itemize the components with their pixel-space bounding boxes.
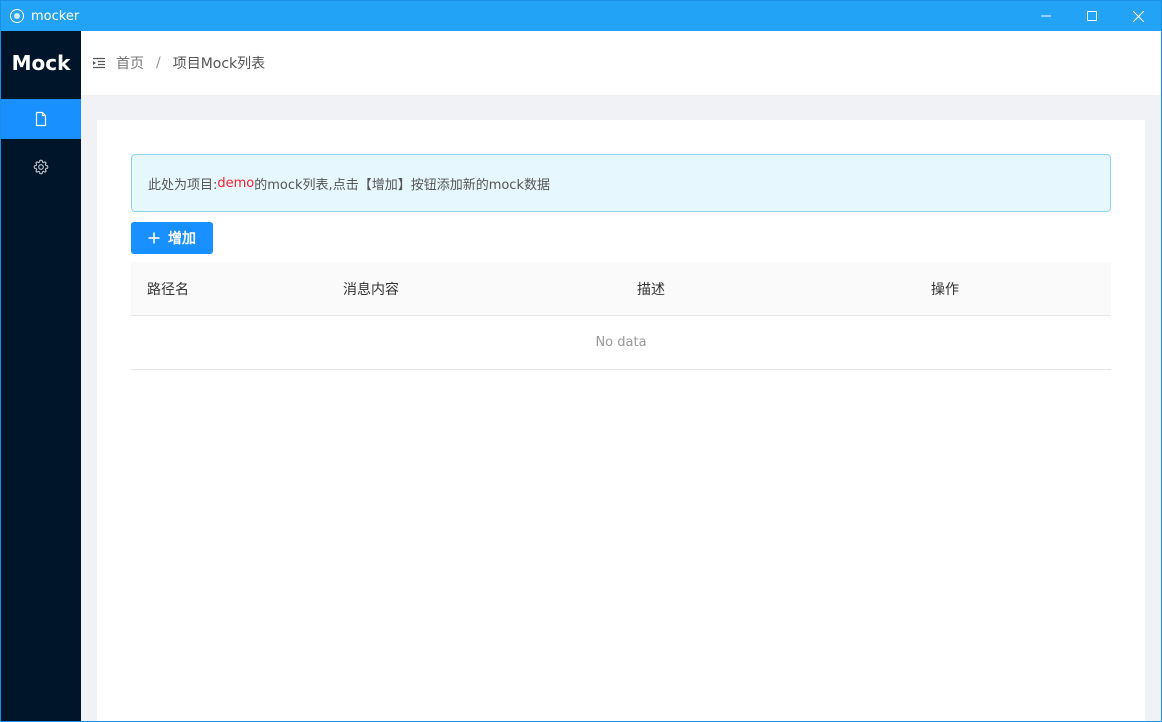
sidebar: Mock: [1, 31, 81, 721]
column-header-message: 消息内容: [343, 281, 399, 298]
gear-icon: [33, 159, 49, 175]
sidebar-item-mock-list[interactable]: [1, 99, 81, 139]
header: 首页 / 项目Mock列表: [81, 31, 1161, 95]
close-button[interactable]: [1115, 1, 1161, 31]
app-icon: [10, 9, 24, 23]
alert-project-name: demo: [217, 175, 255, 191]
menu-fold-icon[interactable]: [92, 56, 106, 70]
column-header-path: 路径名: [147, 281, 189, 298]
column-header-actions: 操作: [931, 281, 959, 298]
mock-table: 路径名 消息内容 描述 操作 No data: [131, 262, 1111, 370]
plus-icon: [148, 232, 160, 244]
alert-prefix: 此处为项目:: [148, 177, 218, 193]
file-icon: [35, 111, 47, 127]
breadcrumb: 首页 / 项目Mock列表: [116, 53, 265, 73]
maximize-button[interactable]: [1069, 1, 1115, 31]
window-title: mocker: [31, 8, 80, 24]
minimize-button[interactable]: [1023, 1, 1069, 31]
breadcrumb-home[interactable]: 首页: [116, 53, 144, 73]
logo: Mock: [11, 51, 71, 75]
title-bar[interactable]: mocker: [1, 1, 1161, 31]
add-button-label: 增加: [168, 231, 196, 247]
info-alert: 此处为项目: demo 的mock列表,点击【增加】按钮添加新的mock数据: [131, 154, 1111, 212]
maximize-icon: [1087, 11, 1097, 21]
minimize-icon: [1041, 15, 1051, 17]
add-button[interactable]: 增加: [131, 222, 213, 254]
close-icon: [1132, 10, 1144, 22]
alert-suffix: 的mock列表,点击【增加】按钮添加新的mock数据: [254, 177, 550, 193]
main-area: 首页 / 项目Mock列表 此处为项目: demo 的mock列表,点击【增加】按钮…: [81, 31, 1161, 721]
content-card: 此处为项目: demo 的mock列表,点击【增加】按钮添加新的mock数据 增加 …: [97, 120, 1145, 721]
breadcrumb-current: 项目Mock列表: [172, 56, 266, 72]
breadcrumb-separator: /: [156, 55, 161, 71]
column-header-description: 描述: [637, 281, 665, 298]
table-header: 路径名 消息内容 描述 操作: [131, 262, 1111, 316]
window-controls: [1023, 1, 1161, 31]
sidebar-item-settings[interactable]: [1, 147, 81, 187]
app-window: mocker Mock 首页 / 项目Mock列表 此处为项目: demo 的m…: [0, 0, 1162, 722]
table-empty-state: No data: [131, 316, 1111, 370]
